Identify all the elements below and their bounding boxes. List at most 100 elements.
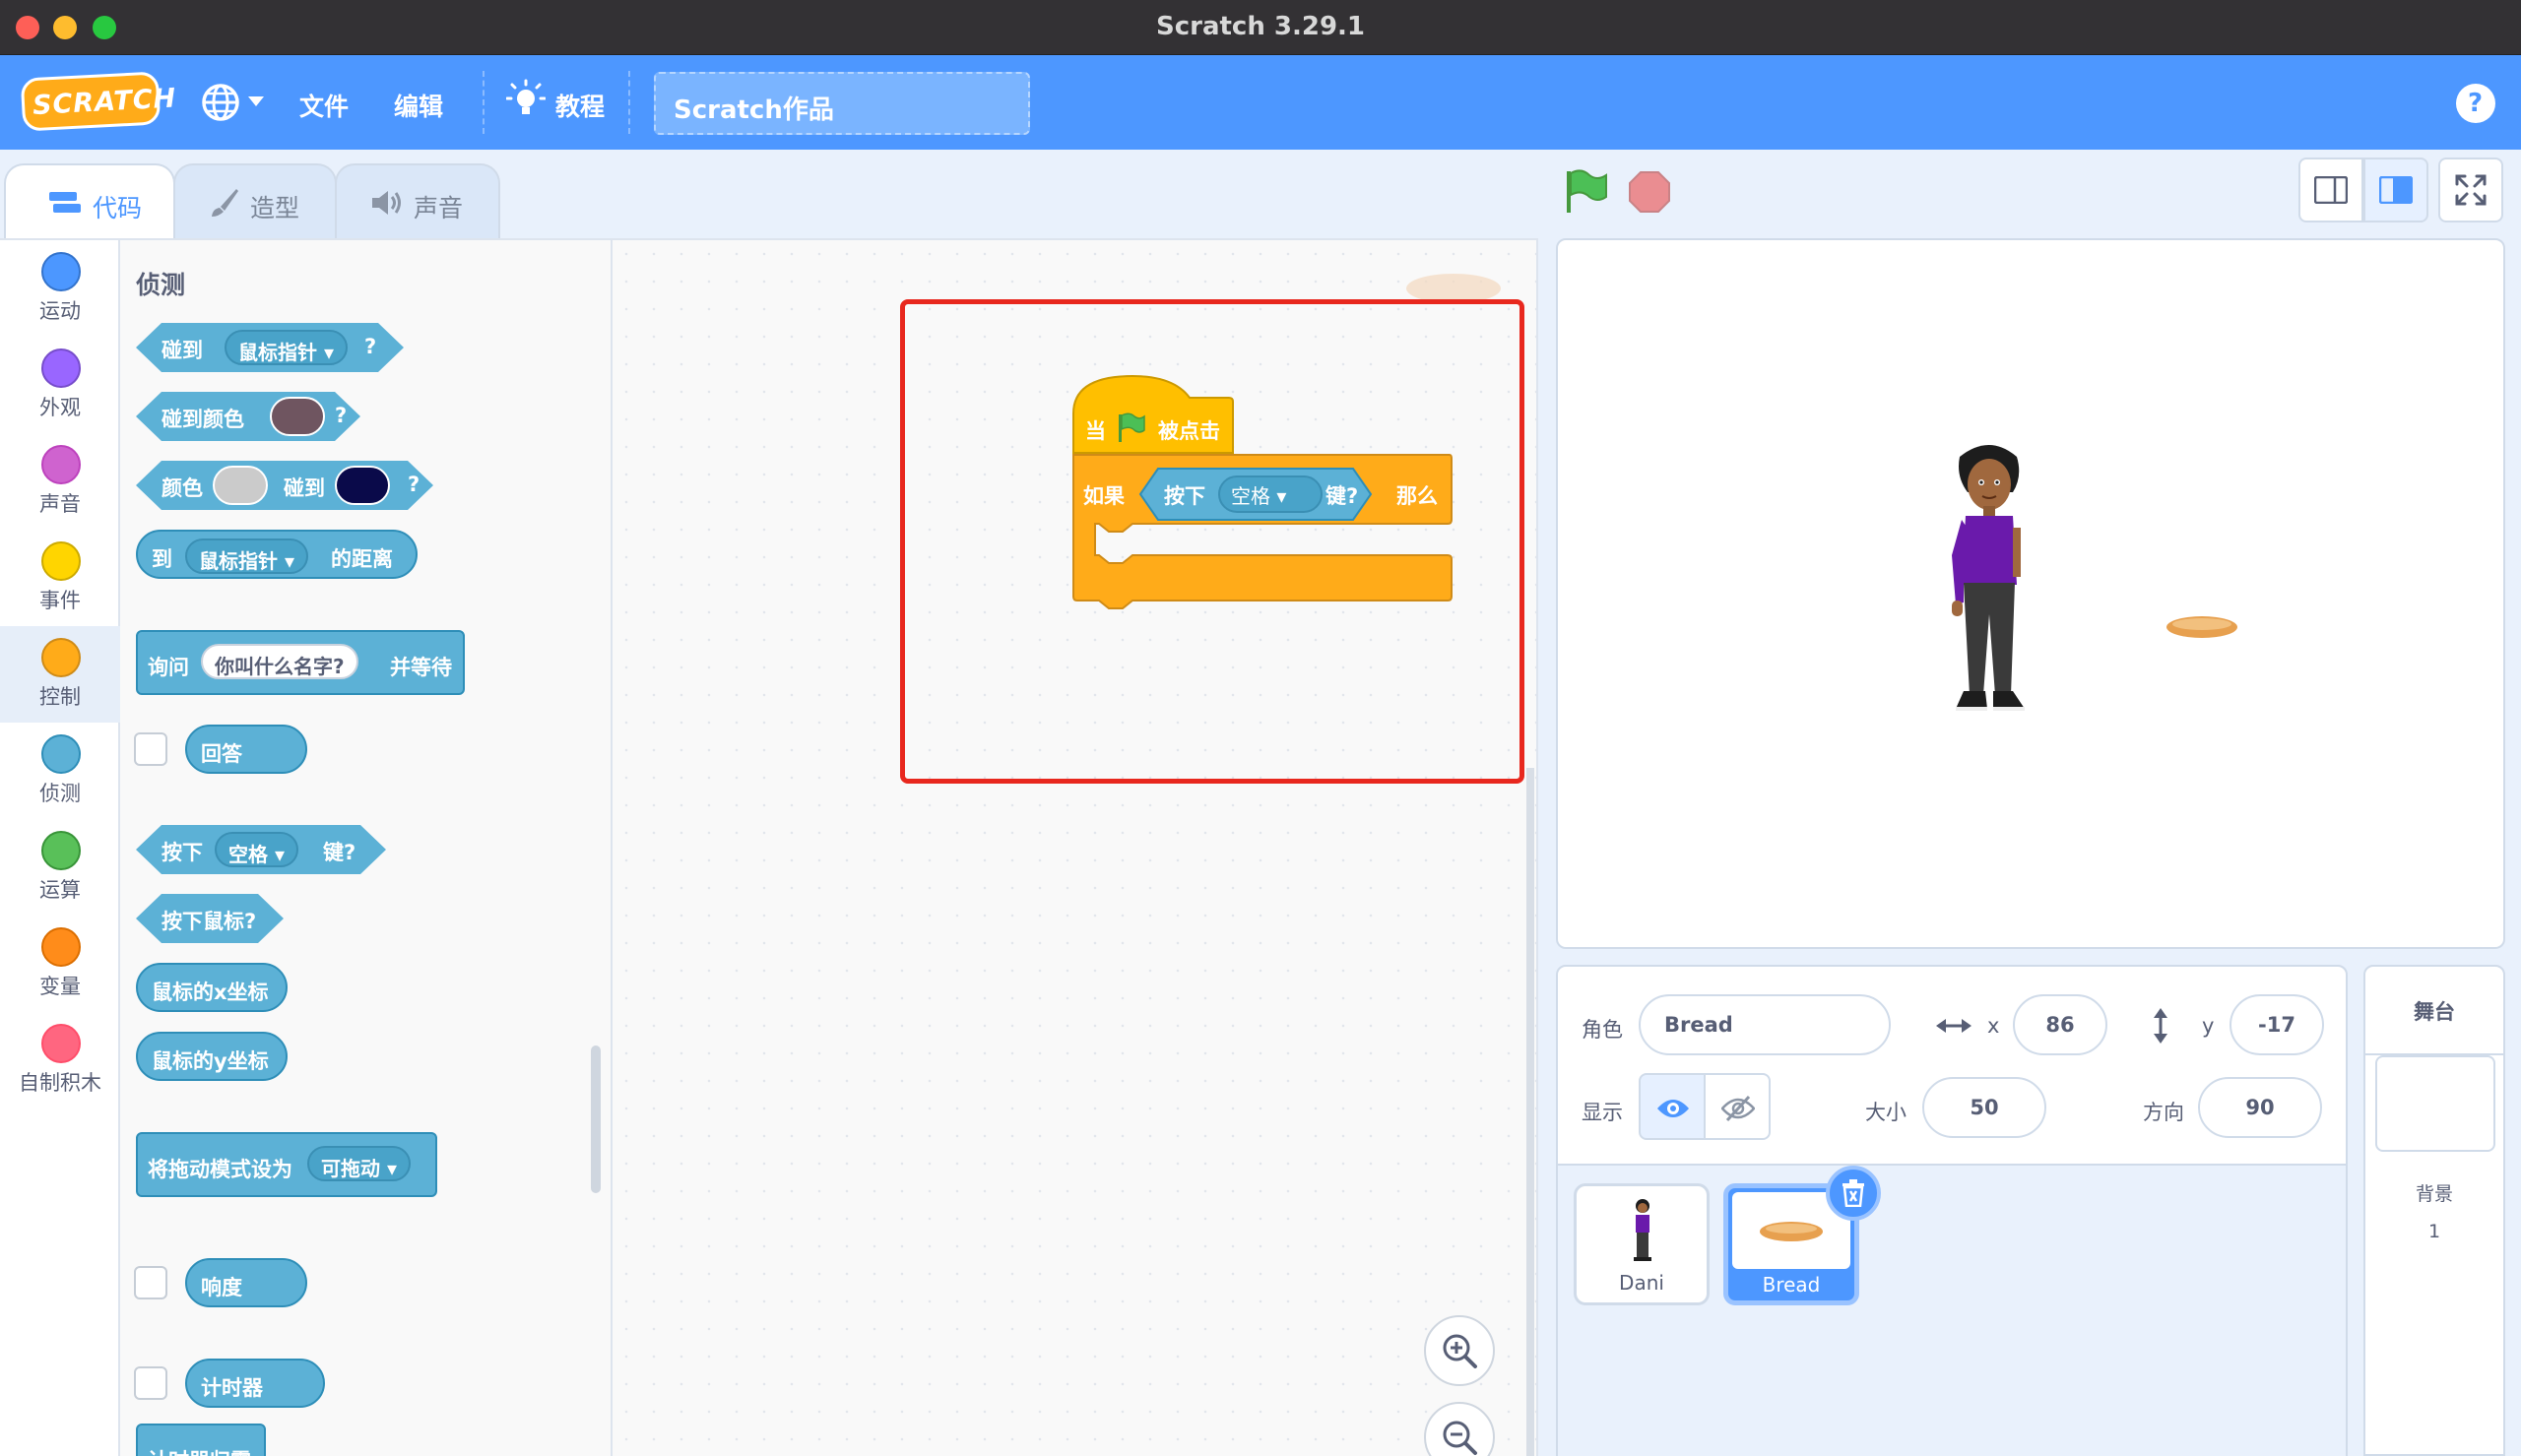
block-text: 碰到 bbox=[162, 339, 203, 362]
category-operators[interactable]: 运算 bbox=[0, 819, 120, 916]
block-set-drag-mode[interactable]: 将拖动模式设为 可拖动 ▾ bbox=[136, 1132, 437, 1197]
menu-divider bbox=[483, 71, 485, 134]
small-stage-button[interactable] bbox=[2298, 158, 2363, 222]
block-text: 键? bbox=[323, 841, 356, 864]
horizontal-arrows-icon bbox=[1936, 1019, 1972, 1033]
stage-selector-panel[interactable]: 舞台 背景 1 bbox=[2363, 965, 2505, 1456]
zoom-in-button[interactable] bbox=[1424, 1315, 1495, 1386]
block-text: 询问 bbox=[148, 656, 189, 679]
window-titlebar: Scratch 3.29.1 bbox=[0, 0, 2521, 55]
block-dropdown[interactable]: 可拖动 ▾ bbox=[307, 1146, 412, 1181]
normal-stage-button[interactable] bbox=[2363, 158, 2428, 222]
block-answer[interactable]: 回答 bbox=[185, 725, 307, 774]
globe-icon bbox=[202, 84, 239, 121]
block-text: 计时器 bbox=[201, 1376, 263, 1400]
color-swatch[interactable] bbox=[270, 397, 325, 436]
block-text: 将拖动模式设为 bbox=[148, 1158, 292, 1181]
category-looks[interactable]: 外观 bbox=[0, 337, 120, 433]
category-events[interactable]: 事件 bbox=[0, 530, 120, 626]
category-dot-icon bbox=[41, 252, 81, 291]
block-touching[interactable]: 碰到 鼠标指针 ▾ ? bbox=[136, 323, 404, 372]
help-button[interactable]: ? bbox=[2456, 84, 2495, 123]
zoom-in-icon bbox=[1443, 1334, 1477, 1368]
category-my-blocks[interactable]: 自制积木 bbox=[0, 1012, 120, 1108]
block-reset-timer[interactable]: 计时器归零 bbox=[136, 1424, 266, 1456]
project-title-input[interactable]: Scratch作品 bbox=[654, 72, 1030, 135]
block-loudness[interactable]: 响度 bbox=[185, 1258, 307, 1307]
block-text: 并等待 bbox=[390, 656, 452, 679]
category-control[interactable]: 控制 bbox=[0, 626, 120, 723]
block-ask-and-wait[interactable]: 询问 你叫什么名字? 并等待 bbox=[136, 630, 465, 695]
answer-monitor-checkbox[interactable] bbox=[134, 732, 167, 766]
y-input[interactable]: -17 bbox=[2230, 994, 2324, 1055]
direction-input[interactable]: 90 bbox=[2198, 1077, 2322, 1138]
category-label: 侦测 bbox=[39, 782, 81, 805]
block-dropdown[interactable]: 鼠标指针 ▾ bbox=[225, 330, 348, 365]
window-title: Scratch 3.29.1 bbox=[1155, 12, 1366, 41]
block-text: 回答 bbox=[201, 742, 242, 766]
paintbrush-icon bbox=[212, 189, 238, 217]
color-swatch[interactable] bbox=[335, 466, 390, 505]
sprite-tile-name: Bread bbox=[1762, 1273, 1821, 1297]
stop-button[interactable] bbox=[1629, 171, 1670, 213]
tab-sounds[interactable]: 声音 bbox=[335, 163, 500, 238]
sprite-name-input[interactable]: Bread bbox=[1639, 994, 1891, 1055]
file-menu[interactable]: 文件 bbox=[299, 88, 349, 123]
script-scrollbar[interactable] bbox=[1526, 768, 1534, 1456]
ask-text-input[interactable]: 你叫什么名字? bbox=[201, 644, 358, 679]
block-text: ? bbox=[408, 473, 420, 496]
dropdown-value: 鼠标指针 bbox=[238, 341, 317, 364]
tutorials-menu[interactable]: 教程 bbox=[506, 75, 614, 130]
block-dropdown[interactable]: 鼠标指针 ▾ bbox=[185, 538, 309, 574]
block-text: 鼠标的y坐标 bbox=[152, 1049, 269, 1073]
stage-canvas[interactable] bbox=[1556, 238, 2505, 949]
fullscreen-button[interactable] bbox=[2438, 158, 2503, 222]
delete-sprite-button[interactable] bbox=[1826, 1166, 1881, 1221]
green-flag-button[interactable] bbox=[1564, 169, 1609, 215]
dani-sprite[interactable] bbox=[1940, 437, 2038, 723]
block-color-touching-color[interactable]: 颜色 碰到 ? bbox=[136, 461, 433, 510]
scratch-logo[interactable]: SCRATCH bbox=[20, 71, 177, 132]
block-mouse-x[interactable]: 鼠标的x坐标 bbox=[136, 963, 288, 1012]
block-text: 的距离 bbox=[331, 547, 393, 571]
size-input[interactable]: 50 bbox=[1922, 1077, 2046, 1138]
eye-slash-icon bbox=[1721, 1095, 1755, 1122]
sprite-tile-name: Dani bbox=[1619, 1271, 1664, 1295]
block-touching-color[interactable]: 碰到颜色 ? bbox=[136, 392, 360, 441]
block-distance-to[interactable]: 到 鼠标指针 ▾ 的距离 bbox=[136, 530, 418, 579]
tab-code-label: 代码 bbox=[93, 194, 143, 222]
category-variables[interactable]: 变量 bbox=[0, 916, 120, 1012]
palette-category-title: 侦测 bbox=[136, 271, 186, 299]
dropdown-value: 空格 bbox=[228, 843, 268, 866]
hide-sprite-button[interactable] bbox=[1704, 1073, 1771, 1140]
block-text: 碰到 bbox=[284, 476, 325, 500]
category-label: 事件 bbox=[39, 589, 81, 612]
palette-scrollbar[interactable] bbox=[591, 1045, 601, 1193]
loudness-monitor-checkbox[interactable] bbox=[134, 1266, 167, 1299]
help-icon: ? bbox=[2468, 89, 2484, 118]
category-sound[interactable]: 声音 bbox=[0, 433, 120, 530]
block-mouse-y[interactable]: 鼠标的y坐标 bbox=[136, 1032, 288, 1081]
block-timer[interactable]: 计时器 bbox=[185, 1359, 325, 1408]
tab-code[interactable]: 代码 bbox=[4, 163, 175, 238]
show-sprite-button[interactable] bbox=[1639, 1073, 1706, 1140]
language-menu[interactable] bbox=[199, 79, 270, 126]
x-input[interactable]: 86 bbox=[2013, 994, 2107, 1055]
logo-text: SCRATCH bbox=[32, 83, 177, 122]
small-stage-icon bbox=[2314, 176, 2348, 204]
dani-thumbnail bbox=[1634, 1199, 1651, 1261]
tab-costumes[interactable]: 造型 bbox=[173, 163, 337, 238]
category-motion[interactable]: 运动 bbox=[0, 240, 120, 337]
backdrops-label: 背景 bbox=[2415, 1183, 2453, 1205]
block-mouse-down[interactable]: 按下鼠标? bbox=[136, 894, 284, 943]
timer-monitor-checkbox[interactable] bbox=[134, 1366, 167, 1400]
block-dropdown[interactable]: 空格 ▾ bbox=[215, 832, 298, 867]
backdrop-thumbnail[interactable] bbox=[2375, 1055, 2495, 1152]
color-swatch[interactable] bbox=[213, 466, 268, 505]
sprite-tile-dani[interactable]: Dani bbox=[1574, 1183, 1710, 1305]
edit-menu[interactable]: 编辑 bbox=[394, 88, 443, 123]
block-key-pressed[interactable]: 按下 空格 ▾ 键? bbox=[136, 825, 386, 874]
category-sensing[interactable]: 侦测 bbox=[0, 723, 120, 819]
normal-stage-icon bbox=[2379, 176, 2413, 204]
bread-sprite[interactable] bbox=[2165, 614, 2239, 640]
